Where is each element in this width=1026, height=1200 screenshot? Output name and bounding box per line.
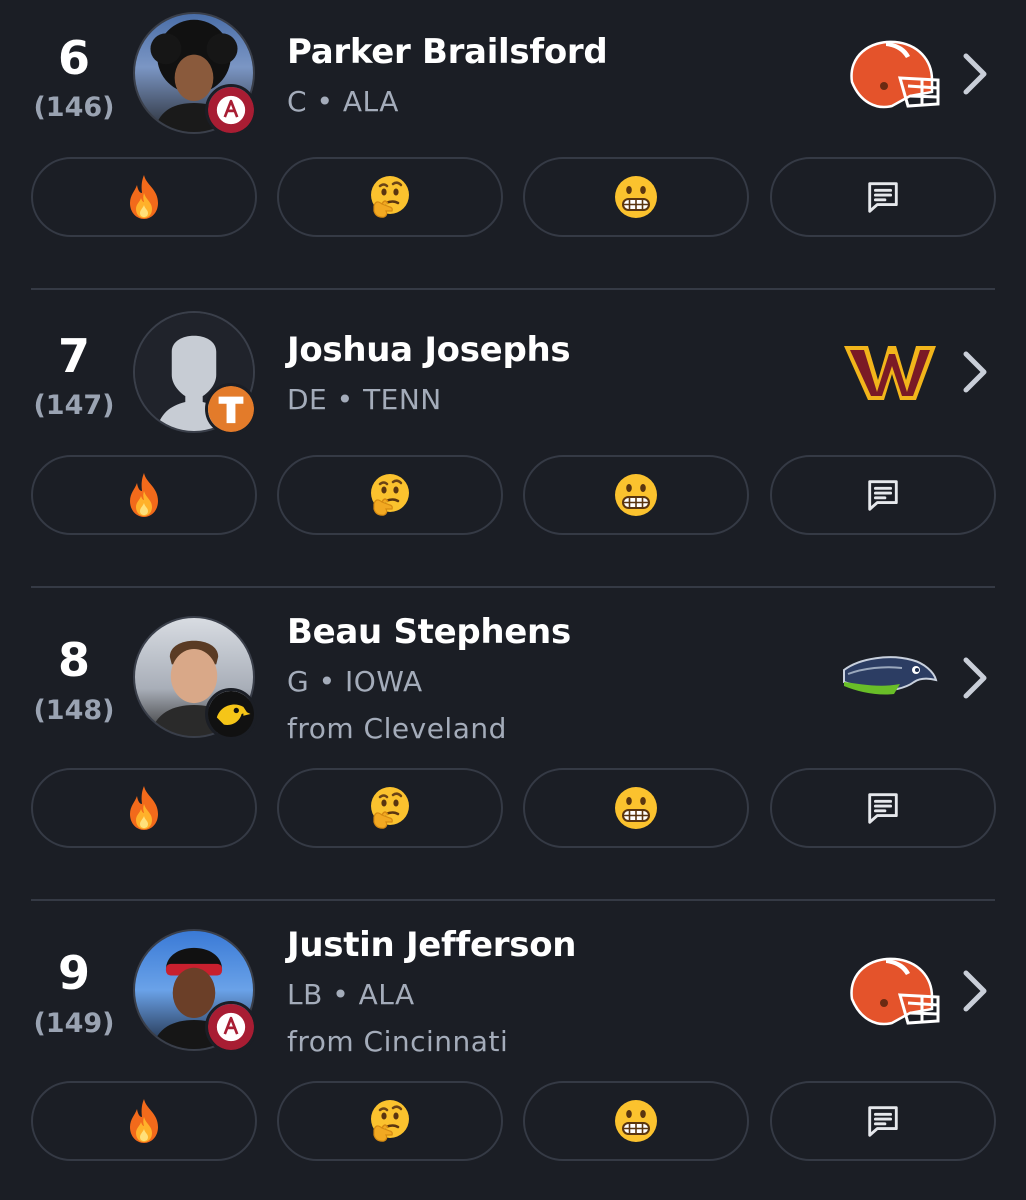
player-name[interactable]: Justin Jefferson [287,928,576,962]
chevron-right-icon[interactable] [958,654,992,702]
player-position-school: LB • ALA [287,978,415,1011]
player-position-school: G • IOWA [287,665,423,698]
thinking-face-icon [366,1097,414,1145]
thinking-reaction-button[interactable] [277,157,503,237]
commanders-logo-icon [840,332,940,412]
trade-from-label: from Cincinnati [287,1025,509,1058]
comment-button[interactable] [770,1081,996,1161]
comment-icon [864,1102,902,1140]
overall-pick-number: (147) [33,390,115,421]
player-avatar [133,311,257,435]
thinking-reaction-button[interactable] [277,455,503,535]
divider [31,899,995,901]
thinking-face-icon [366,173,414,221]
pick-number: 6 [57,31,90,85]
fire-icon [124,173,164,221]
tennessee-logo-icon [205,383,257,435]
thinking-face-icon [366,471,414,519]
chevron-right-icon[interactable] [958,50,992,98]
grimacing-face-icon [612,1097,660,1145]
chevron-right-icon[interactable] [958,348,992,396]
fire-reaction-button[interactable] [31,455,257,535]
thinking-reaction-button[interactable] [277,768,503,848]
fire-reaction-button[interactable] [31,1081,257,1161]
overall-pick-number: (149) [33,1008,115,1039]
fire-icon [124,784,164,832]
player-name[interactable]: Parker Brailsford [287,35,608,69]
player-position-school: C • ALA [287,85,399,118]
grimacing-face-icon [612,173,660,221]
fire-icon [124,1097,164,1145]
player-name[interactable]: Beau Stephens [287,615,571,649]
grimacing-reaction-button[interactable] [523,768,749,848]
comment-button[interactable] [770,455,996,535]
thinking-face-icon [366,784,414,832]
trade-from-label: from Cleveland [287,712,507,745]
divider [31,586,995,588]
grimacing-face-icon [612,471,660,519]
alabama-logo-icon [205,1001,257,1053]
overall-pick-number: (148) [33,695,115,726]
chevron-right-icon[interactable] [958,967,992,1015]
pick-number: 7 [57,329,90,383]
comment-button[interactable] [770,768,996,848]
browns-helmet-icon [840,34,940,114]
player-name[interactable]: Joshua Josephs [287,333,571,367]
pick-number: 9 [57,946,90,1000]
overall-pick-number: (146) [33,92,115,123]
player-avatar [133,12,257,136]
thinking-reaction-button[interactable] [277,1081,503,1161]
comment-icon [864,789,902,827]
fire-reaction-button[interactable] [31,768,257,848]
seahawks-logo-icon [840,638,940,718]
grimacing-face-icon [612,784,660,832]
fire-icon [124,471,164,519]
divider [31,288,995,290]
comment-button[interactable] [770,157,996,237]
player-position-school: DE • TENN [287,383,442,416]
iowa-hawkeye-icon [205,688,257,740]
grimacing-reaction-button[interactable] [523,1081,749,1161]
browns-helmet-icon [840,951,940,1031]
comment-icon [864,476,902,514]
comment-icon [864,178,902,216]
player-avatar [133,929,257,1053]
player-avatar [133,616,257,740]
grimacing-reaction-button[interactable] [523,157,749,237]
alabama-logo-icon [205,84,257,136]
grimacing-reaction-button[interactable] [523,455,749,535]
fire-reaction-button[interactable] [31,157,257,237]
pick-number: 8 [57,633,90,687]
